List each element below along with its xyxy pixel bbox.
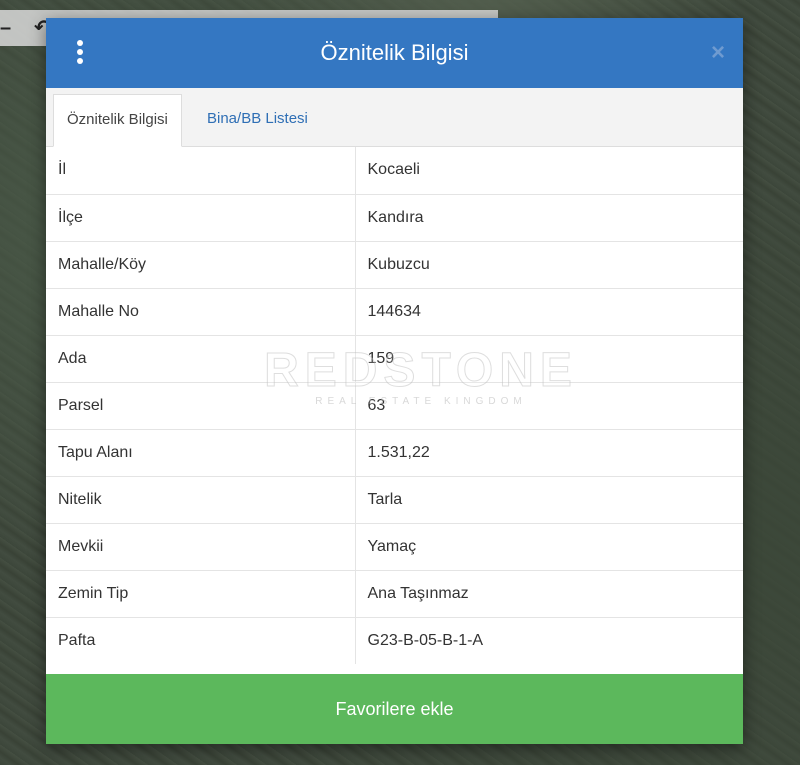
attribute-key: Tapu Alanı — [46, 428, 356, 476]
attribute-key: Mahalle No — [46, 287, 356, 335]
attribute-key: Zemin Tip — [46, 569, 356, 617]
attribute-row: Mahalle/Köy Kubuzcu — [46, 240, 743, 288]
attribute-value: Yamaç — [355, 522, 743, 570]
attribute-value: Tarla — [355, 475, 743, 523]
attribute-row: Zemin Tip Ana Taşınmaz — [46, 569, 743, 617]
tab-bar: Öznitelik Bilgisi Bina/BB Listesi — [46, 88, 743, 147]
attribute-row: Mevkii Yamaç — [46, 522, 743, 570]
attribute-value: Ana Taşınmaz — [355, 569, 743, 617]
attribute-key: Ada — [46, 334, 356, 382]
attribute-row: İl Kocaeli — [46, 147, 743, 194]
close-icon[interactable]: × — [711, 40, 725, 66]
attribute-key: İlçe — [46, 193, 356, 241]
dialog-title: Öznitelik Bilgisi — [320, 40, 469, 65]
attribute-value: Kandıra — [355, 193, 743, 241]
attribute-value: 144634 — [355, 287, 743, 335]
attribute-row: Parsel 63 — [46, 381, 743, 429]
attribute-value: Kubuzcu — [355, 240, 743, 288]
attribute-key: Mahalle/Köy — [46, 240, 356, 288]
add-to-favorites-button[interactable]: Favorilere ekle — [46, 674, 743, 744]
attribute-value: Kocaeli — [367, 161, 420, 179]
attribute-value: G23-B-05-B-1-A — [355, 616, 743, 664]
attribute-value: 63 — [355, 381, 743, 429]
attribute-row: Pafta G23-B-05-B-1-A — [46, 616, 743, 664]
attribute-key: Pafta — [46, 616, 356, 664]
attribute-table: İl Kocaeli İlçe Kandıra Mahalle/Köy Kubuzcu Ma… — [46, 147, 743, 664]
map-tool-icon[interactable]: – — [0, 18, 11, 38]
attribute-value: 1.531,22 — [355, 428, 743, 476]
attribute-key: İl — [46, 147, 356, 194]
attribute-key: Parsel — [46, 381, 356, 429]
attribute-info-dialog: Öznitelik Bilgisi × Öznitelik Bilgisi Bi… — [46, 18, 743, 744]
attribute-value: 159 — [355, 334, 743, 382]
attribute-row: Tapu Alanı 1.531,22 — [46, 428, 743, 476]
attribute-row: Ada 159 — [46, 334, 743, 382]
dialog-header: Öznitelik Bilgisi × — [46, 18, 743, 88]
attribute-row: Mahalle No 144634 — [46, 287, 743, 335]
attribute-key: Nitelik — [46, 475, 356, 523]
attribute-row: İlçe Kandıra — [46, 193, 743, 241]
attribute-row: Nitelik Tarla — [46, 475, 743, 523]
tab-attribute-info[interactable]: Öznitelik Bilgisi — [53, 94, 182, 147]
attribute-key: Mevkii — [46, 522, 356, 570]
tab-building-list[interactable]: Bina/BB Listesi — [194, 94, 321, 146]
